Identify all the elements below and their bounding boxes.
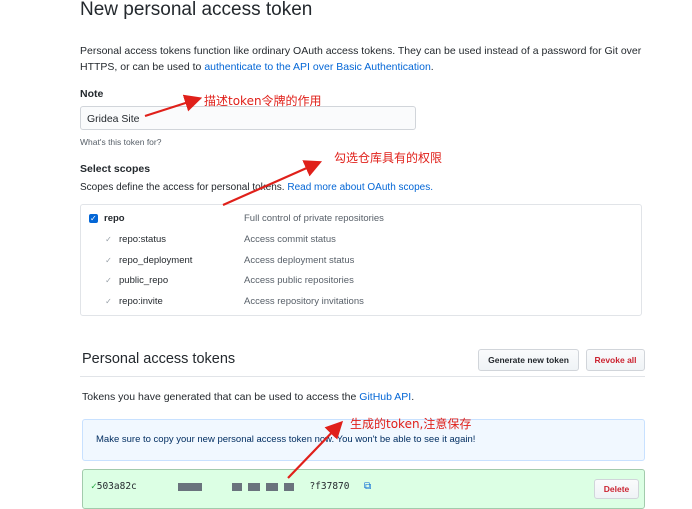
token-arrow <box>287 420 344 479</box>
scopes-annotation: 勾选仓库具有的权限 <box>334 151 443 165</box>
note-annotation: 描述token令牌的作用 <box>204 94 322 108</box>
scopes-arrow <box>222 160 323 207</box>
annotation-arrows <box>144 94 344 479</box>
token-annotation: 生成的token,注意保存 <box>350 417 472 431</box>
note-arrow <box>144 94 203 118</box>
